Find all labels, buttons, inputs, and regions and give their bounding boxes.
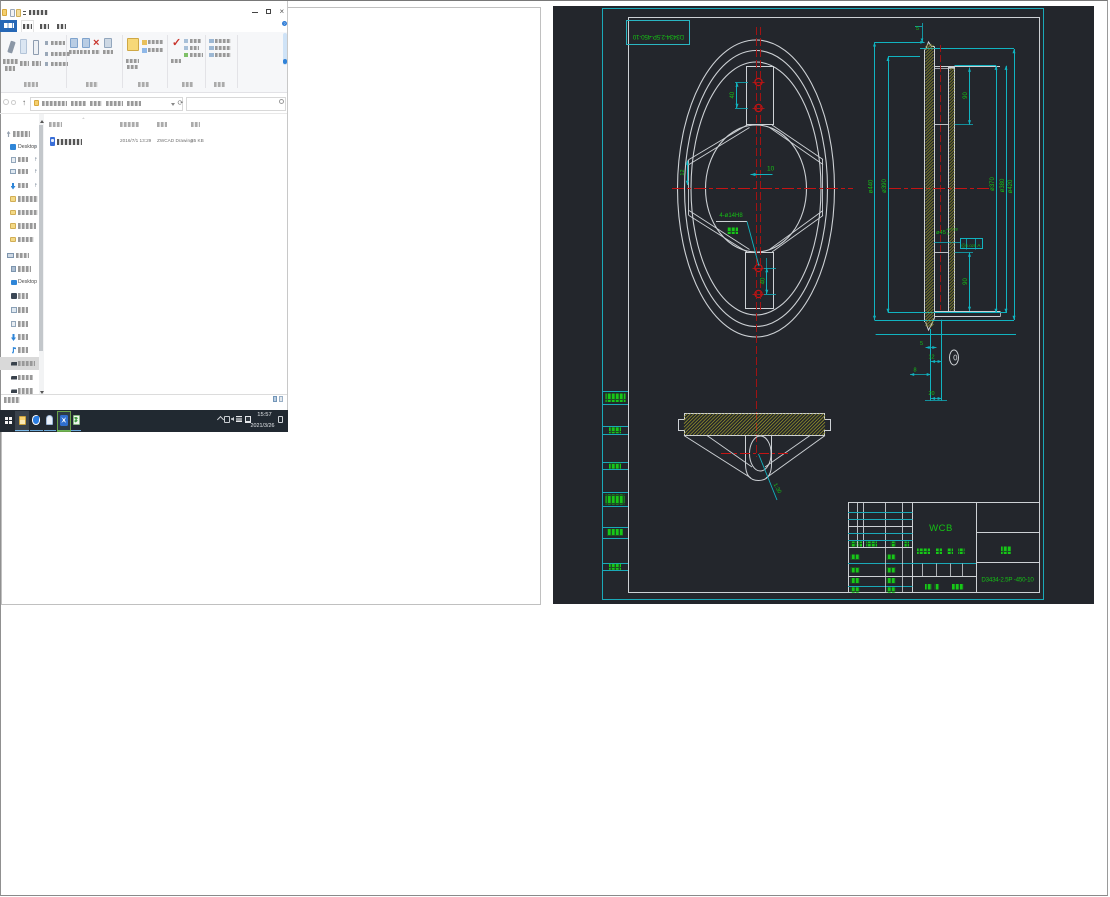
svg-text:ø370: ø370 <box>990 177 996 191</box>
svg-text:40: 40 <box>730 91 736 98</box>
svg-text:ø380: ø380 <box>1000 178 1006 192</box>
svg-text:5: 5 <box>920 341 923 347</box>
svg-text:12: 12 <box>928 355 934 361</box>
svg-text:20: 20 <box>928 391 934 397</box>
svg-text:ø420: ø420 <box>1008 179 1014 193</box>
svg-text:ø440: ø440 <box>868 179 874 193</box>
svg-text:ø390: ø390 <box>882 179 888 193</box>
svg-text:12: 12 <box>680 169 686 175</box>
svg-text:4-ø14H8: 4-ø14H8 <box>719 213 743 219</box>
svg-text:90: 90 <box>963 92 969 99</box>
svg-text:D3434-2.5P -450-10: D3434-2.5P -450-10 <box>981 577 1034 584</box>
svg-text:8: 8 <box>913 368 916 374</box>
svg-text:40: 40 <box>760 277 766 284</box>
svg-text:5: 5 <box>916 26 919 32</box>
svg-text:10: 10 <box>767 166 775 173</box>
svg-text:0.025: 0.025 <box>966 243 977 248</box>
svg-text:0: 0 <box>947 232 949 236</box>
svg-text:D3434-2.5P-450-10: D3434-2.5P-450-10 <box>632 33 684 40</box>
svg-text:90: 90 <box>963 278 969 285</box>
svg-text:WCB: WCB <box>929 523 953 534</box>
